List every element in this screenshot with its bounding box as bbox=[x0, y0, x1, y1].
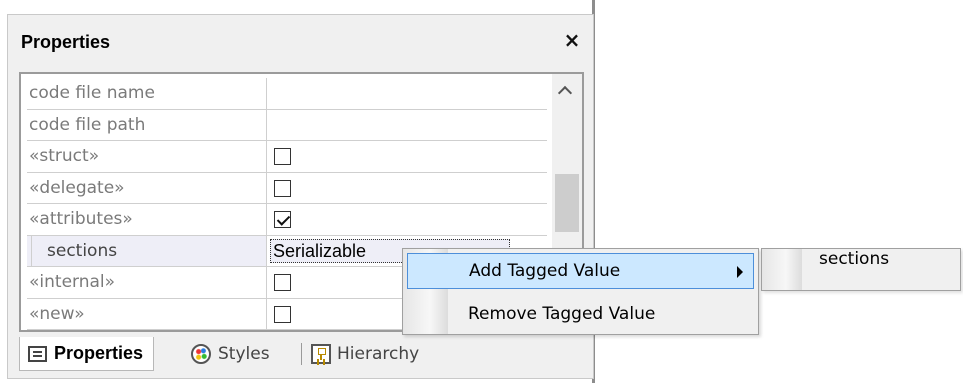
delegate-checkbox[interactable] bbox=[274, 179, 291, 197]
property-row[interactable]: «attributes» bbox=[27, 204, 547, 236]
property-row[interactable]: «struct» bbox=[27, 141, 547, 173]
attributes-checkbox[interactable] bbox=[274, 211, 291, 228]
property-name: «struct» bbox=[27, 141, 267, 172]
property-name: code file path bbox=[27, 109, 267, 140]
context-menu: Add Tagged Value Remove Tagged Value bbox=[402, 248, 759, 335]
property-value[interactable] bbox=[268, 110, 547, 141]
tab-label: Styles bbox=[218, 344, 270, 364]
menu-item-label: sections bbox=[819, 249, 890, 269]
tab-divider bbox=[301, 343, 302, 365]
properties-list-icon bbox=[28, 345, 47, 362]
tab-properties[interactable]: Properties bbox=[19, 337, 155, 371]
add-tagged-value-item[interactable]: Add Tagged Value bbox=[407, 253, 754, 289]
tab-label: Properties bbox=[54, 343, 144, 363]
tab-styles[interactable]: Styles bbox=[191, 337, 270, 371]
palette-icon bbox=[191, 344, 211, 364]
property-row[interactable]: «delegate» bbox=[27, 172, 547, 204]
tagged-value-submenu: sections bbox=[761, 248, 961, 291]
submenu-item-sections[interactable]: sections bbox=[762, 249, 960, 290]
property-value[interactable] bbox=[268, 78, 547, 109]
close-icon[interactable]: × bbox=[561, 27, 583, 53]
property-row[interactable]: code file path bbox=[27, 109, 547, 141]
property-name: «new» bbox=[27, 298, 267, 329]
struct-checkbox[interactable] bbox=[274, 148, 291, 165]
submenu-arrow-icon bbox=[737, 266, 743, 278]
panel-title: Properties bbox=[21, 32, 111, 52]
remove-tagged-value-item[interactable]: Remove Tagged Value bbox=[407, 297, 754, 333]
menu-item-label: Add Tagged Value bbox=[469, 261, 621, 281]
internal-checkbox[interactable] bbox=[274, 274, 291, 291]
new-checkbox[interactable] bbox=[274, 305, 291, 323]
scroll-thumb[interactable] bbox=[555, 174, 579, 232]
tab-hierarchy[interactable]: Hierarchy bbox=[311, 337, 419, 371]
tab-label: Hierarchy bbox=[337, 344, 420, 364]
panel-titlebar: Properties × bbox=[8, 15, 593, 68]
hierarchy-icon bbox=[311, 344, 331, 364]
scroll-up-icon[interactable] bbox=[557, 85, 573, 101]
tagged-value-name: sections bbox=[27, 235, 267, 266]
property-row[interactable]: code file name bbox=[27, 78, 547, 110]
menu-item-label: Remove Tagged Value bbox=[468, 304, 656, 324]
property-name: «internal» bbox=[27, 267, 267, 298]
property-name: code file name bbox=[27, 78, 267, 109]
property-name: «delegate» bbox=[27, 172, 267, 203]
property-name: «attributes» bbox=[27, 204, 267, 235]
